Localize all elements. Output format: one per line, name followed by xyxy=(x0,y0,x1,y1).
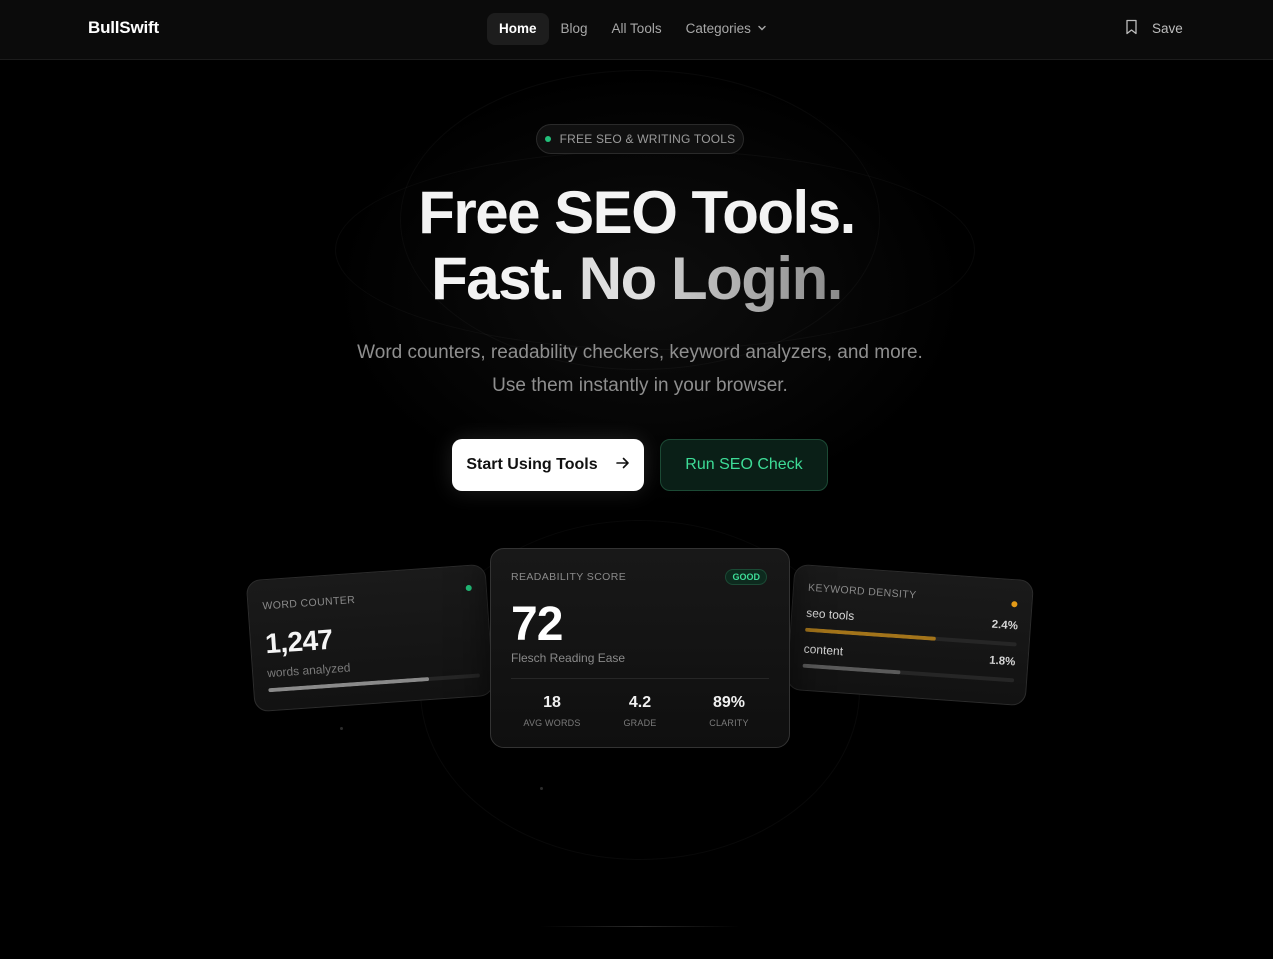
decor-dot xyxy=(340,727,343,730)
nav-link-blog[interactable]: Blog xyxy=(549,13,600,45)
hero-badge-label: FREE SEO & WRITING TOOLS xyxy=(559,132,736,146)
decor-dot xyxy=(540,787,543,790)
logo[interactable]: BullSwift xyxy=(88,18,159,38)
keyword-progress-fill xyxy=(804,627,937,641)
stat-label: GRADE xyxy=(623,718,657,728)
keyword-pct: 1.8% xyxy=(988,654,1016,669)
stat-value: 18 xyxy=(543,694,561,711)
stat-label: CLARITY xyxy=(709,718,749,728)
keyword-row: content 1.8% xyxy=(802,641,1016,683)
start-using-tools-button[interactable]: Start Using Tools xyxy=(452,439,644,491)
nav-links: Home Blog All Tools Categories xyxy=(487,13,779,45)
hero-headline-line1: Free SEO Tools. xyxy=(418,179,856,246)
top-nav: BullSwift Home Blog All Tools Categories… xyxy=(0,0,1273,60)
stat-value: 4.2 xyxy=(628,694,652,711)
hero-badge: FREE SEO & WRITING TOOLS xyxy=(536,124,744,154)
run-seo-check-button[interactable]: Run SEO Check xyxy=(660,439,828,491)
word-counter-label: WORD COUNTER xyxy=(262,593,356,613)
divider xyxy=(511,678,769,679)
stat-grade: 4.2 GRADE xyxy=(595,694,685,728)
word-counter-sub: words analyzed xyxy=(266,660,351,681)
save-label: Save xyxy=(1152,21,1183,36)
keyword-row: seo tools 2.4% xyxy=(804,605,1019,647)
readability-score: 72 xyxy=(511,598,563,651)
hero-subheadline: Word counters, readability checkers, key… xyxy=(357,342,923,396)
arrow-right-icon xyxy=(615,456,630,474)
hero-headline-line2: Fast. No Login. xyxy=(0,246,1273,312)
nav-link-home[interactable]: Home xyxy=(487,13,549,45)
readability-card: READABILITY SCORE GOOD 72 Flesch Reading… xyxy=(490,548,790,748)
keyword-density-label: KEYWORD DENSITY xyxy=(807,581,917,602)
status-dot-icon xyxy=(465,584,472,592)
bookmark-icon xyxy=(1125,19,1138,38)
stat-label: AVG WORDS xyxy=(523,718,581,728)
status-badge: GOOD xyxy=(725,569,767,585)
nav-link-categories[interactable]: Categories xyxy=(674,13,779,45)
headline-word-no: No xyxy=(578,245,657,312)
headline-word-login: Login. xyxy=(670,245,843,312)
stat-value: 89% xyxy=(712,694,746,711)
readability-label: READABILITY SCORE xyxy=(511,571,627,583)
section-divider xyxy=(540,926,740,927)
stat-avg-words: 18 AVG WORDS xyxy=(507,694,597,728)
keyword-term: content xyxy=(803,641,844,659)
keyword-density-card: KEYWORD DENSITY seo tools 2.4% content 1… xyxy=(785,563,1035,707)
word-counter-progress-fill xyxy=(268,676,430,693)
keyword-progress-fill xyxy=(802,663,901,675)
readability-sub: Flesch Reading Ease xyxy=(511,651,626,665)
word-counter-value: 1,247 xyxy=(264,623,334,660)
word-counter-card: WORD COUNTER 1,247 words analyzed xyxy=(245,563,495,713)
save-button[interactable]: Save xyxy=(1125,19,1183,38)
nav-link-all-tools[interactable]: All Tools xyxy=(600,13,674,45)
status-dot-icon xyxy=(1011,601,1018,608)
keyword-pct: 2.4% xyxy=(991,618,1019,633)
start-using-tools-label: Start Using Tools xyxy=(466,456,598,473)
nav-link-categories-label: Categories xyxy=(685,21,751,36)
chevron-down-icon xyxy=(757,13,767,45)
stat-clarity: 89% CLARITY xyxy=(684,694,774,728)
status-dot-icon xyxy=(544,136,551,142)
headline-word-fast: Fast. xyxy=(431,245,565,312)
keyword-term: seo tools xyxy=(805,605,855,624)
